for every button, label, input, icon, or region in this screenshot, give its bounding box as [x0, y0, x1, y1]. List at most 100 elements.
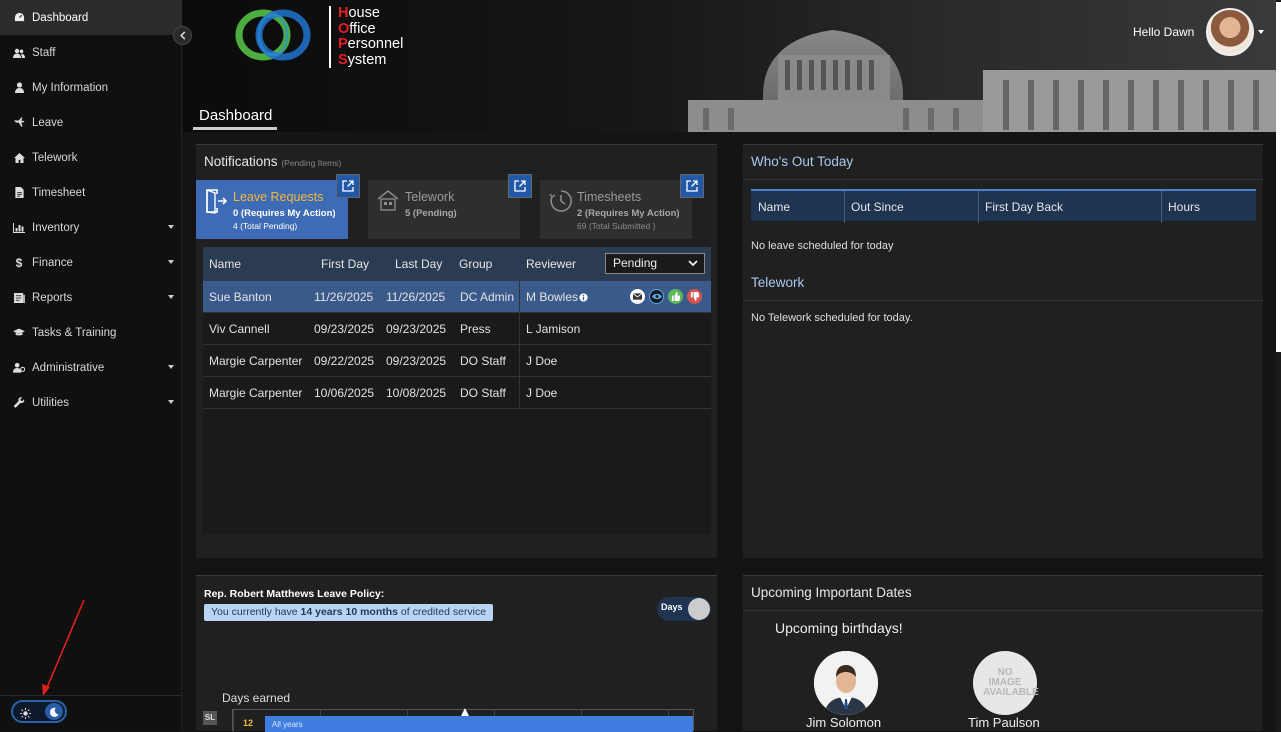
service-text: You currently have — [211, 606, 301, 618]
dashboard-icon — [13, 12, 25, 24]
external-link-icon — [686, 180, 698, 192]
scrollbar-thumb[interactable] — [1276, 2, 1281, 352]
table-header: Name First Day Last Day Group Reviewer P… — [203, 247, 711, 281]
whos-out-table-header: Name Out Since First Day Back Hours — [751, 189, 1256, 223]
cell-reviewer: J Doe — [526, 386, 558, 400]
cell-last-day: 10/08/2025 — [386, 386, 447, 400]
email-icon[interactable] — [630, 289, 645, 304]
page-title: Dashboard — [199, 107, 273, 124]
no-leave-message: No leave scheduled for today — [751, 240, 894, 252]
sidebar-item-label: Dashboard — [32, 11, 89, 24]
column-header[interactable]: Last Day — [395, 257, 442, 271]
annotation-arrow-icon — [42, 599, 85, 696]
no-telework-message: No Telework scheduled for today. — [751, 312, 913, 324]
cell-first-day: 10/06/2025 — [314, 386, 375, 400]
info-icon[interactable] — [579, 289, 588, 307]
column-divider — [519, 281, 520, 409]
tab-count-pending: 5 (Pending) — [405, 208, 457, 219]
sidebar-divider — [0, 695, 182, 696]
tab-title: Timesheets — [577, 190, 642, 204]
sidebar-collapse-button[interactable] — [173, 26, 192, 45]
days-hours-toggle[interactable]: Days — [657, 597, 711, 621]
column-header[interactable]: Name — [758, 200, 790, 214]
sidebar-item-finance[interactable]: $ Finance — [0, 245, 182, 280]
column-header[interactable]: Group — [459, 257, 492, 271]
placeholder-text: NO IMAGE AVAILABLE — [983, 667, 1039, 698]
sidebar-item-label: Finance — [32, 256, 73, 269]
report-icon — [13, 292, 25, 304]
tab-leave-requests[interactable]: Leave Requests 0 (Requires My Action) 4 … — [196, 180, 348, 239]
tab-timesheets[interactable]: Timesheets 2 (Requires My Action) 69 (To… — [540, 180, 692, 239]
bar-chart-icon — [13, 222, 25, 234]
birthday-avatar[interactable] — [814, 651, 878, 715]
sun-icon — [20, 706, 31, 724]
column-header[interactable]: First Day Back — [985, 200, 1063, 214]
page-title-underline — [193, 127, 277, 130]
table-row[interactable]: Viv Cannell 09/23/2025 09/23/2025 Press … — [203, 313, 711, 345]
column-header[interactable]: Reviewer — [526, 257, 576, 271]
user-avatar[interactable] — [1206, 8, 1254, 56]
cell-name: Margie Carpenter — [209, 386, 303, 400]
sidebar-item-utilities[interactable]: Utilities — [0, 385, 182, 420]
sidebar-item-label: Utilities — [32, 396, 70, 409]
door-exit-icon — [204, 188, 228, 219]
column-header[interactable]: Hours — [1168, 200, 1200, 214]
tab-count-total: 4 (Total Pending) — [233, 221, 298, 231]
notifications-title: Notifications (Pending Items) — [204, 154, 341, 169]
deny-thumbs-down-icon[interactable] — [687, 289, 702, 304]
user-greeting: Hello Dawn — [1133, 25, 1195, 39]
sidebar-item-dashboard[interactable]: Dashboard — [0, 0, 182, 35]
sidebar-item-label: Telework — [32, 151, 78, 164]
sidebar-item-label: Staff — [32, 46, 56, 59]
sidebar-item-administrative[interactable]: Administrative — [0, 350, 182, 385]
tab-title: Telework — [405, 190, 455, 204]
open-timesheets-button[interactable] — [680, 174, 704, 198]
table-row[interactable]: Sue Banton 11/26/2025 11/26/2025 DC Admi… — [203, 281, 711, 313]
chart-title: Days earned — [222, 691, 291, 705]
cell-last-day: 09/23/2025 — [386, 354, 447, 368]
cell-name: Sue Banton — [209, 290, 272, 304]
notifications-subtitle: (Pending Items) — [281, 158, 342, 168]
table-row[interactable]: Margie Carpenter 10/06/2025 10/08/2025 D… — [203, 377, 711, 409]
chevron-left-icon — [179, 31, 185, 40]
notifications-title-text: Notifications — [204, 154, 278, 169]
theme-toggle[interactable] — [11, 700, 67, 723]
page-scrollbar[interactable] — [1276, 0, 1281, 731]
hops-logo-icon — [235, 9, 311, 61]
birthday-person-name: Tim Paulson — [968, 715, 1040, 730]
sidebar-item-my-information[interactable]: My Information — [0, 70, 182, 105]
tab-title: Leave Requests — [233, 190, 324, 204]
open-telework-button[interactable] — [508, 174, 532, 198]
divider — [743, 179, 1263, 180]
column-header[interactable]: First Day — [321, 257, 369, 271]
chevron-down-icon — [168, 400, 174, 404]
sidebar-item-inventory[interactable]: Inventory — [0, 210, 182, 245]
cell-last-day: 11/26/2025 — [386, 290, 446, 304]
tab-telework[interactable]: Telework 5 (Pending) — [368, 180, 520, 239]
status-filter-select[interactable]: Pending — [605, 253, 705, 274]
sidebar-item-tasks-training[interactable]: Tasks & Training — [0, 315, 182, 350]
view-eye-icon[interactable] — [649, 289, 664, 304]
chevron-down-icon[interactable] — [1258, 30, 1264, 34]
sidebar-item-staff[interactable]: Staff — [0, 35, 182, 70]
app-logo-text: House Office Personnel System — [329, 5, 403, 68]
sidebar-item-timesheet[interactable]: Timesheet — [0, 175, 182, 210]
whos-out-title: Who's Out Today — [751, 154, 854, 169]
bar-value-label: 12 — [243, 718, 254, 728]
sidebar-item-leave[interactable]: Leave — [0, 105, 182, 140]
column-header[interactable]: Name — [209, 257, 241, 271]
cell-group: Press — [460, 322, 491, 336]
sidebar-item-label: Timesheet — [32, 186, 86, 199]
sidebar-item-telework[interactable]: Telework — [0, 140, 182, 175]
graduation-cap-icon — [13, 327, 25, 339]
chevron-down-icon — [168, 225, 174, 229]
sidebar-item-reports[interactable]: Reports — [0, 280, 182, 315]
birthdays-title: Upcoming birthdays! — [775, 620, 903, 636]
table-row[interactable]: Margie Carpenter 09/22/2025 09/23/2025 D… — [203, 345, 711, 377]
approve-thumbs-up-icon[interactable] — [668, 289, 683, 304]
status-filter-value: Pending — [613, 256, 658, 270]
column-header[interactable]: Out Since — [851, 200, 904, 214]
cell-reviewer: J Doe — [526, 354, 558, 368]
office-building-icon — [376, 188, 400, 217]
open-leave-requests-button[interactable] — [336, 174, 360, 198]
